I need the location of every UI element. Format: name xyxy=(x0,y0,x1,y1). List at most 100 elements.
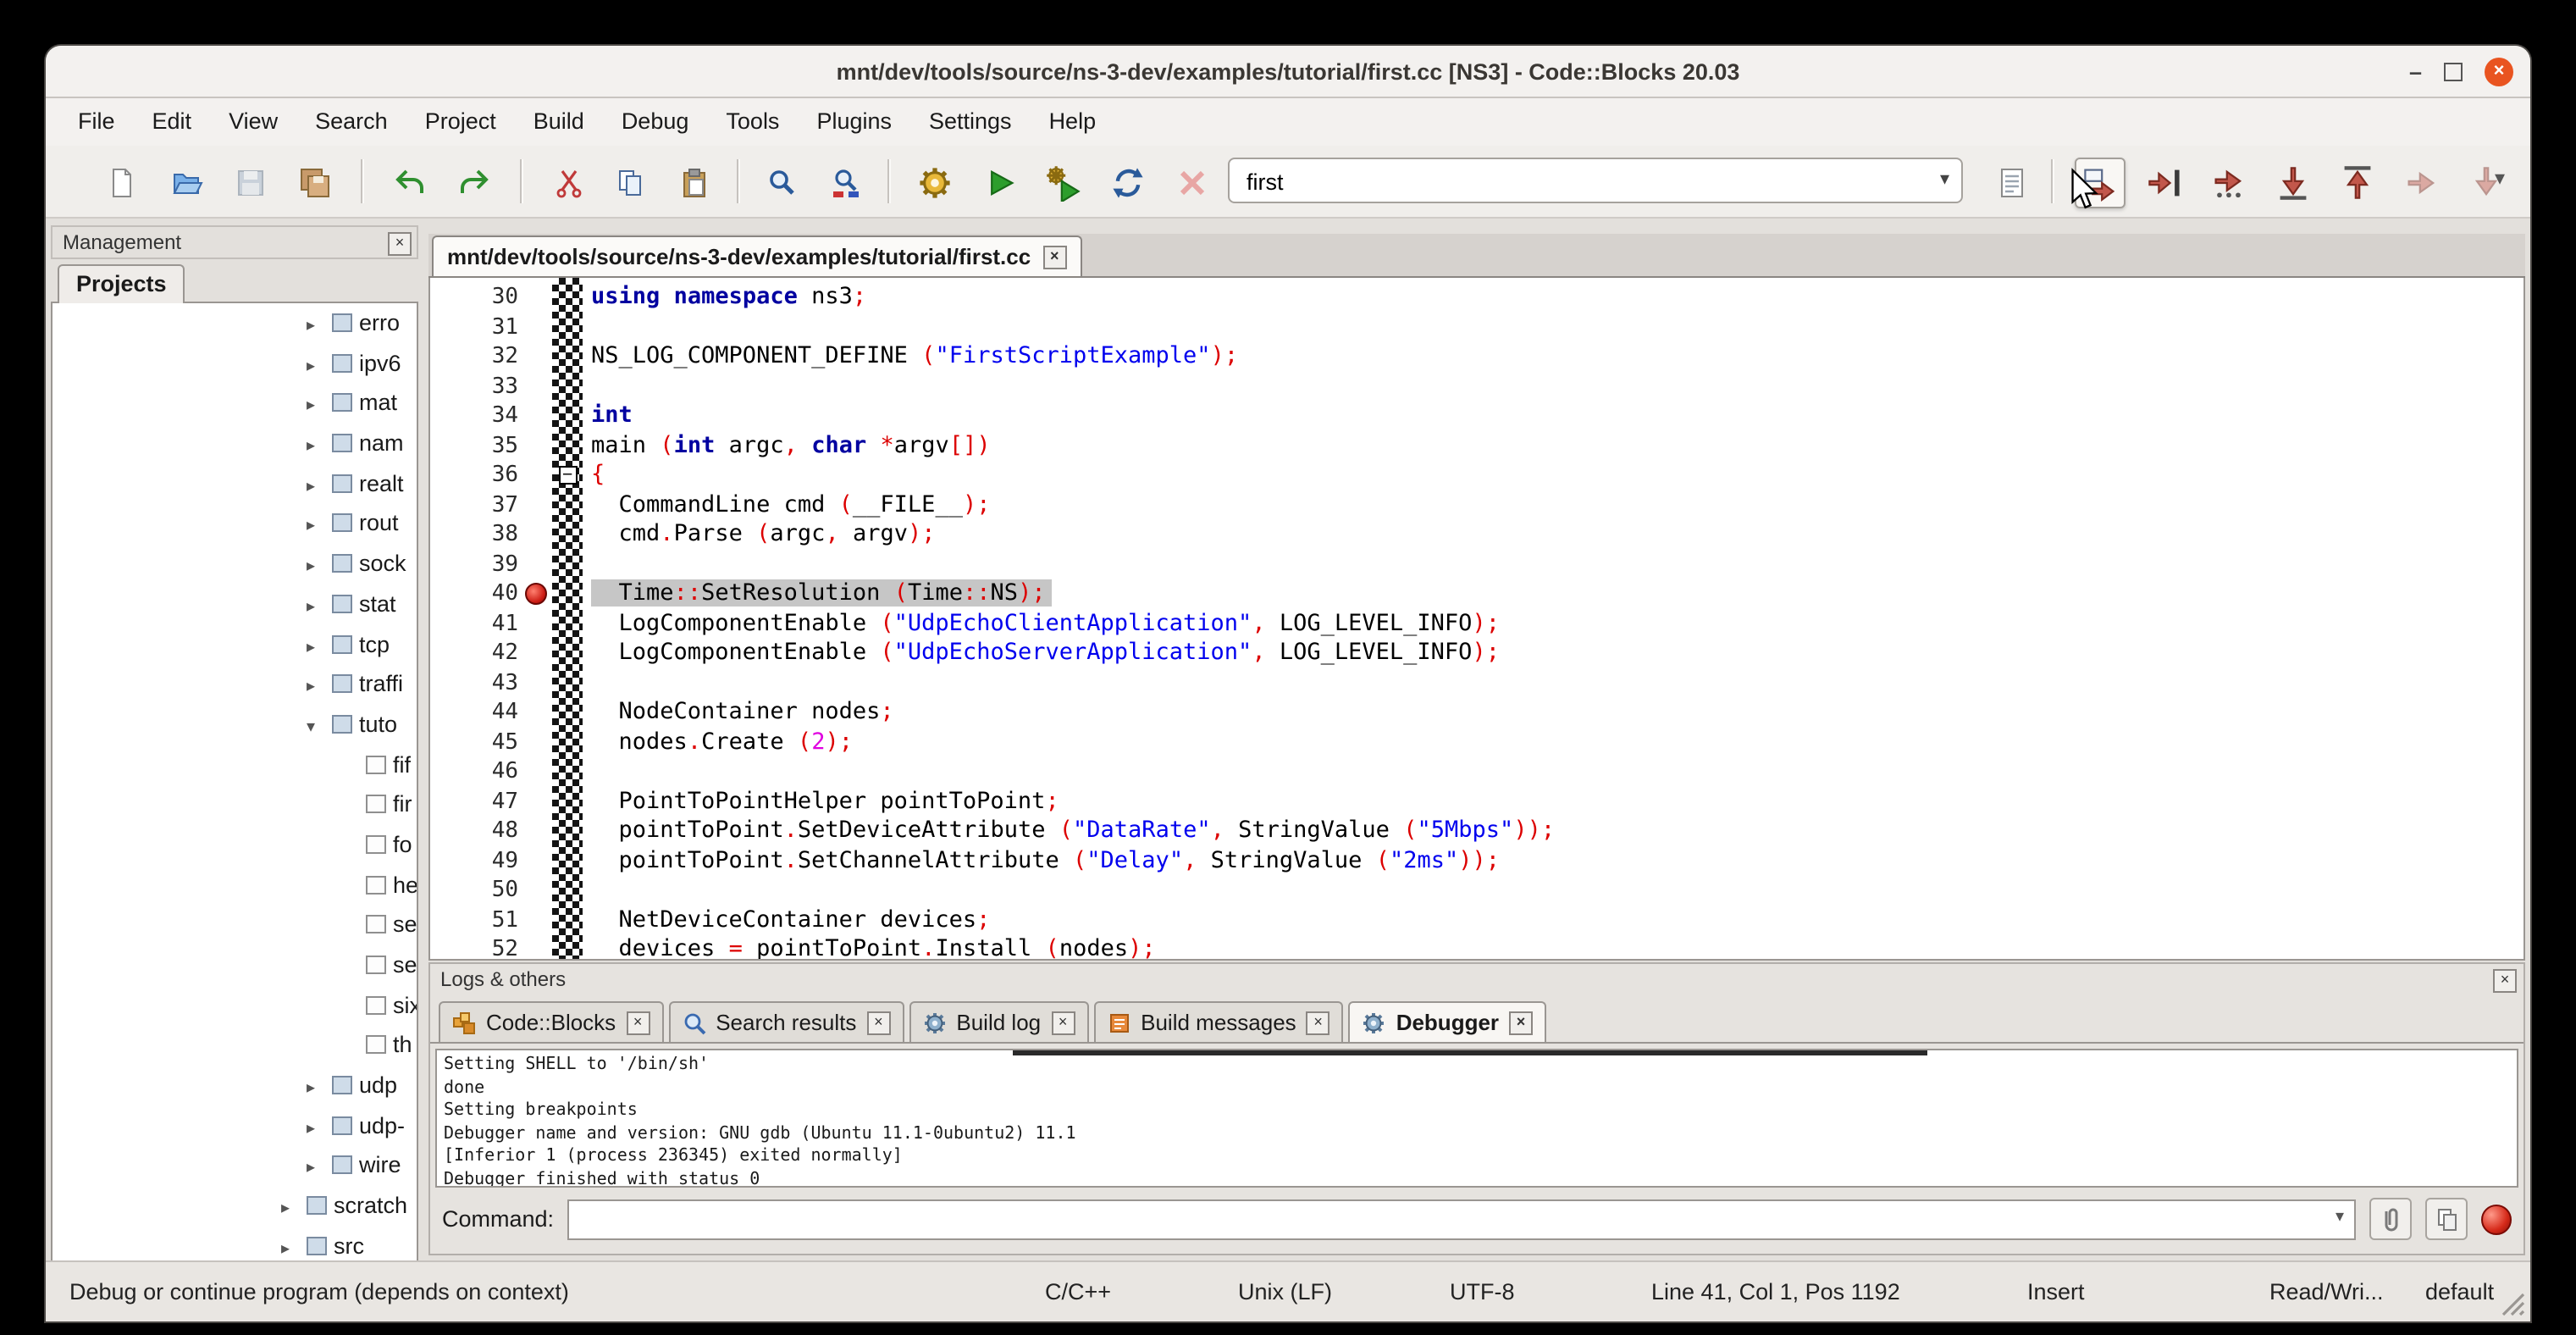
breakpoint-margin[interactable] xyxy=(518,490,552,520)
fold-margin[interactable] xyxy=(552,757,583,787)
fold-margin[interactable] xyxy=(552,490,583,520)
breakpoint-margin[interactable] xyxy=(518,372,552,402)
editor-tab-first-cc[interactable]: mnt/dev/tools/source/ns-3-dev/examples/t… xyxy=(432,235,1081,276)
breakpoint-margin[interactable] xyxy=(518,342,552,372)
code-line[interactable]: 45 nodes.Create (2); xyxy=(430,728,2523,757)
menu-item-settings[interactable]: Settings xyxy=(910,98,1031,146)
search-input[interactable] xyxy=(1243,163,1917,202)
fold-margin[interactable] xyxy=(552,846,583,876)
tree-item[interactable]: ▸tcp xyxy=(53,624,417,664)
chevron-right-icon[interactable]: ▸ xyxy=(281,1230,307,1262)
cut-button[interactable] xyxy=(544,158,594,208)
breakpoint-margin[interactable] xyxy=(518,283,552,313)
fold-margin[interactable] xyxy=(552,698,583,728)
resize-grip[interactable] xyxy=(2498,1289,2525,1316)
build-button[interactable] xyxy=(909,158,960,208)
find-button[interactable] xyxy=(757,158,808,208)
next-instruction-button[interactable] xyxy=(2396,158,2447,208)
rebuild-button[interactable] xyxy=(1103,158,1153,208)
fold-margin[interactable] xyxy=(552,876,583,906)
tree-item[interactable]: ▸nam xyxy=(53,424,417,463)
copy-output-button[interactable] xyxy=(2425,1198,2468,1240)
chevron-right-icon[interactable]: ▸ xyxy=(307,1069,332,1105)
chevron-right-icon[interactable]: ▸ xyxy=(307,588,332,624)
tree-item[interactable]: ▸scratch xyxy=(53,1186,417,1226)
menu-item-edit[interactable]: Edit xyxy=(134,98,211,146)
code-line[interactable]: 44 NodeContainer nodes; xyxy=(430,698,2523,728)
code-line[interactable]: 50 xyxy=(430,876,2523,906)
command-combobox[interactable]: ▾ xyxy=(567,1199,2356,1239)
fold-margin[interactable] xyxy=(552,668,583,698)
code-line[interactable]: 34int xyxy=(430,402,2523,431)
log-tab-code-blocks[interactable]: Code::Blocks× xyxy=(439,1001,663,1042)
search-combobox[interactable]: ▾ xyxy=(1228,158,1963,203)
tree-item[interactable]: ▾tuto xyxy=(53,705,417,745)
breakpoint-margin[interactable] xyxy=(518,550,552,579)
abort-build-button[interactable] xyxy=(1167,158,1218,208)
code-line[interactable]: 39 xyxy=(430,550,2523,579)
code-line[interactable]: 36−{ xyxy=(430,461,2523,490)
breakpoint-margin[interactable] xyxy=(518,313,552,342)
title-bar[interactable]: mnt/dev/tools/source/ns-3-dev/examples/t… xyxy=(46,46,2530,98)
tree-item[interactable]: he xyxy=(53,865,417,905)
editor-tab-close-icon[interactable]: × xyxy=(1042,245,1066,269)
code-line[interactable]: 46 xyxy=(430,757,2523,787)
code-line[interactable]: 31 xyxy=(430,313,2523,342)
stop-debugger-button[interactable] xyxy=(2481,1204,2512,1234)
chevron-right-icon[interactable]: ▸ xyxy=(307,427,332,463)
code-line[interactable]: 49 pointToPoint.SetChannelAttribute ("De… xyxy=(430,846,2523,876)
tree-item[interactable]: fif xyxy=(53,745,417,784)
log-tab-search-results[interactable]: Search results× xyxy=(668,1001,904,1042)
breakpoint-margin[interactable] xyxy=(518,639,552,668)
breakpoint-margin[interactable] xyxy=(518,609,552,639)
tree-item[interactable]: ▸src xyxy=(53,1227,417,1262)
tree-item[interactable]: ▸stat xyxy=(53,584,417,624)
fold-margin[interactable]: − xyxy=(552,461,583,490)
code-line[interactable]: 37 CommandLine cmd (__FILE__); xyxy=(430,490,2523,520)
chevron-right-icon[interactable]: ▸ xyxy=(307,1149,332,1186)
fold-margin[interactable] xyxy=(552,579,583,609)
fold-margin[interactable] xyxy=(552,313,583,342)
code-line[interactable]: 30using namespace ns3; xyxy=(430,283,2523,313)
log-tab-close-icon[interactable]: × xyxy=(866,1011,890,1034)
tree-item[interactable]: ▸wire xyxy=(53,1146,417,1186)
projects-tree[interactable]: ▸erro▸ipv6▸mat▸nam▸realt▸rout▸sock▸stat▸… xyxy=(51,302,418,1262)
tree-item[interactable]: ▸realt xyxy=(53,464,417,504)
tab-projects[interactable]: Projects xyxy=(58,264,185,303)
log-tab-close-icon[interactable]: × xyxy=(1307,1011,1330,1034)
new-file-button[interactable] xyxy=(97,158,147,208)
code-line[interactable]: 47 PointToPointHelper pointToPoint; xyxy=(430,787,2523,817)
chevron-right-icon[interactable]: ▸ xyxy=(307,468,332,504)
tree-item[interactable]: fir xyxy=(53,785,417,825)
code-line[interactable]: 41 LogComponentEnable ("UdpEchoClientApp… xyxy=(430,609,2523,639)
code-line[interactable]: 43 xyxy=(430,668,2523,698)
code-line[interactable]: 40 Time::SetResolution (Time::NS); xyxy=(430,579,2523,609)
log-tab-debugger[interactable]: Debugger× xyxy=(1349,1001,1546,1042)
tree-item[interactable]: ▸sock xyxy=(53,544,417,584)
logs-close-icon[interactable]: × xyxy=(2493,969,2517,993)
breakpoint-margin[interactable] xyxy=(518,906,552,935)
chevron-right-icon[interactable]: ▸ xyxy=(307,507,332,544)
command-dropdown-chevron-icon[interactable]: ▾ xyxy=(2336,1207,2344,1226)
breakpoint-margin[interactable] xyxy=(518,579,552,609)
incremental-search-button[interactable] xyxy=(1987,158,2037,208)
breakpoint-margin[interactable] xyxy=(518,757,552,787)
step-into-button[interactable] xyxy=(2268,158,2319,208)
fold-margin[interactable] xyxy=(552,342,583,372)
menu-item-search[interactable]: Search xyxy=(296,98,406,146)
chevron-right-icon[interactable]: ▸ xyxy=(307,346,332,383)
breakpoint-margin[interactable] xyxy=(518,846,552,876)
fold-marker-icon[interactable]: − xyxy=(558,467,577,485)
attach-button[interactable] xyxy=(2369,1198,2412,1240)
next-line-button[interactable] xyxy=(2203,158,2254,208)
copy-button[interactable] xyxy=(605,158,655,208)
chevron-right-icon[interactable]: ▸ xyxy=(307,307,332,343)
breakpoint-margin[interactable] xyxy=(518,431,552,461)
fold-margin[interactable] xyxy=(552,402,583,431)
tree-item[interactable]: se xyxy=(53,906,417,945)
log-tab-close-icon[interactable]: × xyxy=(1509,1011,1533,1034)
tree-item[interactable]: ▸rout xyxy=(53,504,417,544)
fold-margin[interactable] xyxy=(552,550,583,579)
breakpoint-margin[interactable] xyxy=(518,728,552,757)
run-button[interactable] xyxy=(974,158,1025,208)
